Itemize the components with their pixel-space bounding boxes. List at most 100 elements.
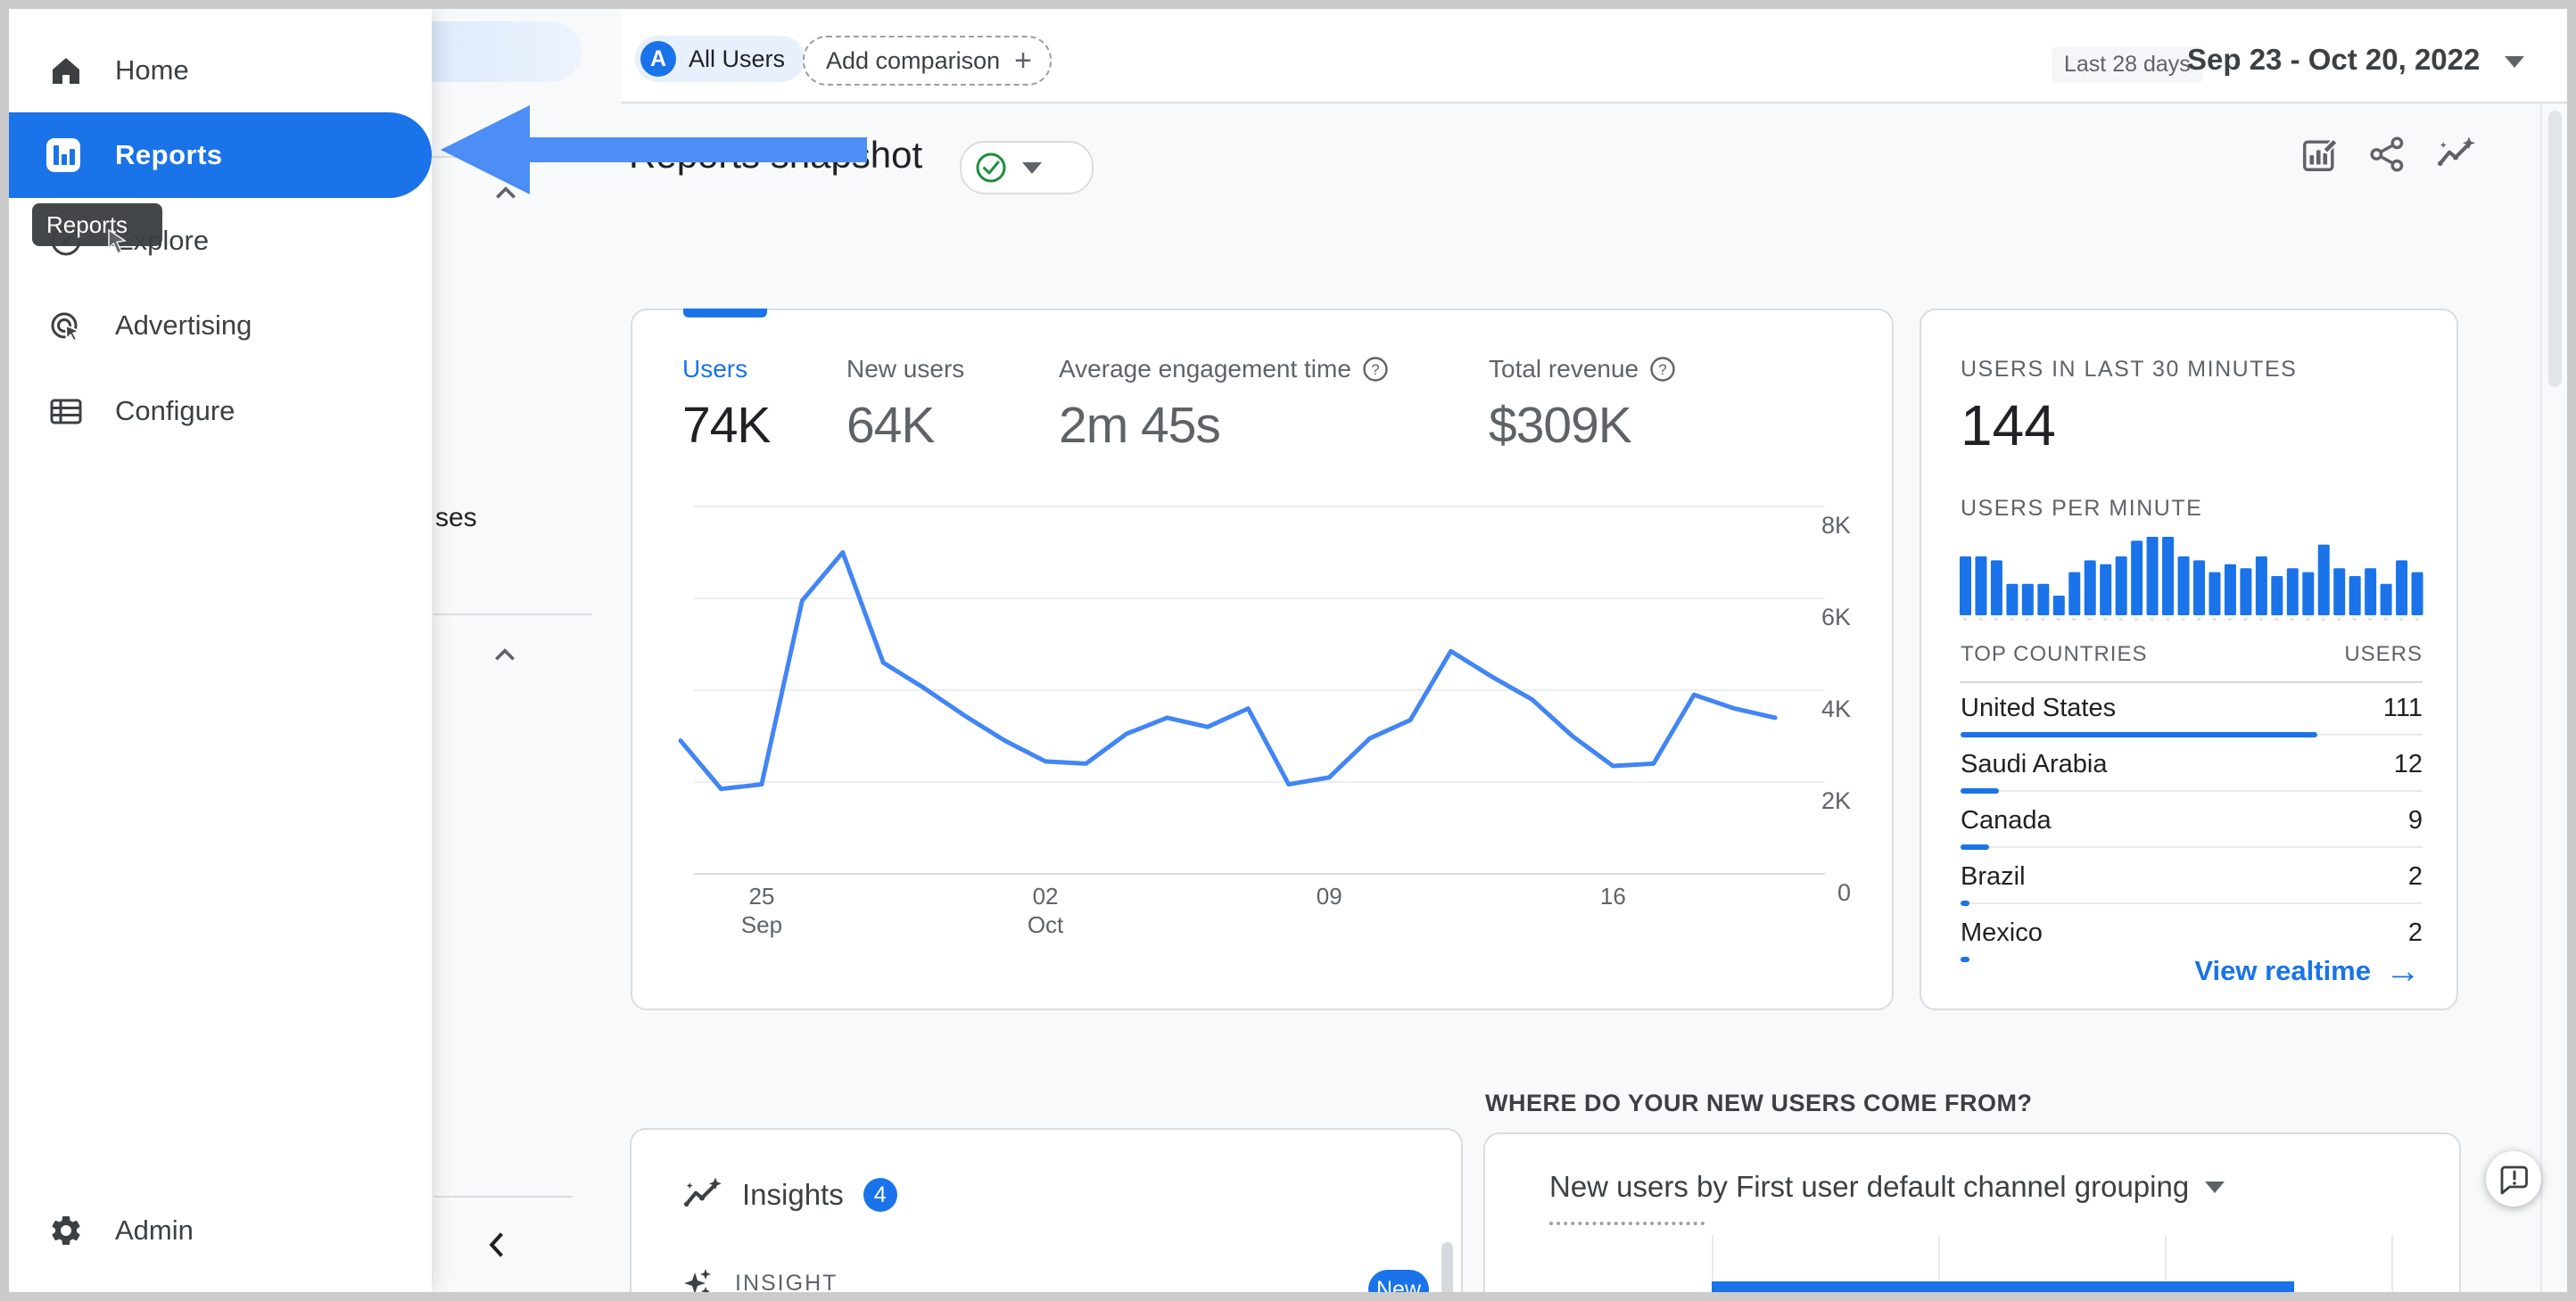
- insights-title: Insights: [742, 1178, 844, 1211]
- report-status-dropdown[interactable]: [960, 141, 1094, 194]
- country-bar: [1961, 732, 2317, 737]
- sidebar-item-configure[interactable]: Configure: [9, 375, 432, 447]
- date-range-selector[interactable]: Sep 23 - Oct 20, 2022: [2187, 43, 2524, 77]
- column-header-users: USERS: [2344, 642, 2423, 666]
- sidebar-item-label: Reports: [115, 139, 223, 170]
- feedback-icon: [2498, 1163, 2530, 1195]
- svg-text:09: 09: [1317, 883, 1342, 910]
- metric-value: 2m 45s: [1059, 397, 1221, 454]
- insight-item-label: INSIGHT: [735, 1270, 838, 1296]
- insights-sparkline-icon[interactable]: [2435, 134, 2476, 175]
- collapse-nav-chevron-left-icon[interactable]: [483, 1229, 512, 1261]
- country-name: Canada: [1961, 806, 2052, 835]
- metric-tab-new-users[interactable]: New users 64K: [846, 355, 964, 455]
- new-users-by-channel-card: New users by First user default channel …: [1483, 1132, 2461, 1301]
- home-icon: [48, 53, 84, 88]
- metric-label: New users: [846, 355, 965, 383]
- sidebar-item-label: Configure: [115, 395, 235, 426]
- sidebar-item-advertising[interactable]: Advertising: [9, 290, 432, 361]
- sidebar-item-label: Advertising: [115, 309, 252, 341]
- all-users-chip-label: All Users: [689, 45, 786, 72]
- annotation-arrow: [437, 102, 867, 198]
- country-row: United States 111: [1961, 683, 2423, 739]
- sidebar-item-reports[interactable]: Reports: [9, 112, 432, 198]
- all-users-segment-chip[interactable]: A All Users: [635, 36, 805, 82]
- date-range-label: Sep 23 - Oct 20, 2022: [2187, 43, 2481, 76]
- column-header-countries: TOP COUNTRIES: [1961, 642, 2148, 666]
- dotted-underline: [1549, 1222, 1705, 1225]
- primary-nav-sidebar: Home Reports Explore Advertising: [9, 9, 432, 1292]
- insights-sparkline-icon: [681, 1174, 722, 1215]
- segment-a-avatar: A: [640, 41, 676, 77]
- sidebar-item-home[interactable]: Home: [9, 35, 432, 106]
- country-name: Brazil: [1961, 862, 2026, 891]
- country-row: Saudi Arabia 12: [1961, 739, 2423, 795]
- channel-chart-title-dropdown[interactable]: New users by First user default channel …: [1549, 1170, 2225, 1204]
- metric-tab-users[interactable]: Users 74K: [682, 355, 771, 455]
- country-users: 2: [2407, 918, 2423, 947]
- realtime-users-value: 144: [1961, 393, 2056, 457]
- country-bar: [1961, 788, 2000, 794]
- channel-bar: [1712, 1281, 2294, 1301]
- metric-label: Average engagement time ?: [1059, 355, 1389, 383]
- new-badge: New: [1368, 1270, 1429, 1301]
- realtime-card: USERS IN LAST 30 MINUTES 144 USERS PER M…: [1920, 309, 2458, 1010]
- metric-tab-total-revenue[interactable]: Total revenue ? $309K: [1489, 355, 1676, 455]
- top-countries-table: TOP COUNTRIES USERS United States 111 Saud…: [1961, 642, 2423, 964]
- sidebar-item-label: Home: [115, 54, 189, 86]
- help-icon[interactable]: ?: [1362, 356, 1389, 383]
- report-nav-partial-text: ses: [435, 503, 477, 532]
- divider: [1961, 902, 2423, 904]
- country-users: 9: [2407, 806, 2423, 835]
- svg-text:4K: 4K: [1821, 696, 1851, 722]
- metric-label: Users: [682, 355, 748, 383]
- report-nav-selected-item-highlight: [432, 21, 582, 82]
- gridline: [2391, 1235, 2393, 1301]
- date-preset-label: Last 28 days: [2052, 46, 2203, 83]
- metric-tab-avg-engagement-time[interactable]: Average engagement time ? 2m 45s: [1059, 355, 1389, 455]
- country-bar: [1961, 957, 1969, 962]
- add-comparison-button[interactable]: Add comparison +: [803, 36, 1052, 86]
- sidebar-item-label: Admin: [115, 1215, 194, 1246]
- share-icon[interactable]: [2367, 134, 2408, 175]
- sparkle-icon: [681, 1265, 717, 1301]
- country-users: 12: [2393, 750, 2423, 778]
- divider: [434, 1196, 573, 1198]
- country-row: Canada 9: [1961, 795, 2423, 852]
- svg-text:02: 02: [1033, 883, 1059, 910]
- new-users-section-heading: WHERE DO YOUR NEW USERS COME FROM?: [1485, 1090, 2033, 1116]
- metric-label: Total revenue ?: [1489, 355, 1676, 383]
- view-realtime-link[interactable]: View realtime →: [2194, 953, 2421, 989]
- metric-value: 64K: [846, 397, 935, 454]
- country-users: 2: [2407, 862, 2423, 891]
- country-users: 111: [2382, 694, 2423, 722]
- svg-text:Oct: Oct: [1028, 911, 1064, 938]
- reports-tooltip: Reports: [32, 203, 162, 246]
- help-icon[interactable]: ?: [1649, 356, 1676, 383]
- advertising-icon: [48, 308, 84, 343]
- gear-icon: [48, 1213, 84, 1248]
- users-per-minute-label: USERS PER MINUTE: [1961, 496, 2203, 521]
- sidebar-item-admin[interactable]: Admin: [9, 1195, 432, 1266]
- collapse-section-chevron-up-icon[interactable]: [491, 644, 518, 667]
- insights-card: Insights 4 INSIGHT New: [630, 1128, 1463, 1301]
- metric-value: 74K: [682, 397, 771, 454]
- mouse-cursor-icon: [105, 228, 132, 255]
- insights-count-badge: 4: [863, 1178, 897, 1212]
- country-name: Saudi Arabia: [1961, 750, 2108, 778]
- svg-text:6K: 6K: [1821, 604, 1851, 630]
- svg-text:2K: 2K: [1821, 787, 1851, 814]
- scrollbar-thumb[interactable]: [2548, 111, 2562, 387]
- country-name: Mexico: [1961, 918, 2043, 947]
- insights-scrollbar[interactable]: [1441, 1242, 1453, 1301]
- realtime-title: USERS IN LAST 30 MINUTES: [1961, 357, 2298, 382]
- country-name: United States: [1961, 694, 2117, 722]
- country-bar: [1961, 844, 1990, 850]
- users-line-chart: 8K 6K 4K 2K 0 25 Sep 02 Oct 09 16: [678, 492, 1927, 947]
- feedback-button[interactable]: [2486, 1151, 2541, 1206]
- svg-text:0: 0: [1837, 879, 1851, 906]
- chevron-down-icon: [1022, 161, 1042, 174]
- customize-report-icon[interactable]: [2299, 134, 2341, 175]
- metric-value: $309K: [1489, 397, 1632, 454]
- page-scrollbar[interactable]: [2540, 103, 2569, 1292]
